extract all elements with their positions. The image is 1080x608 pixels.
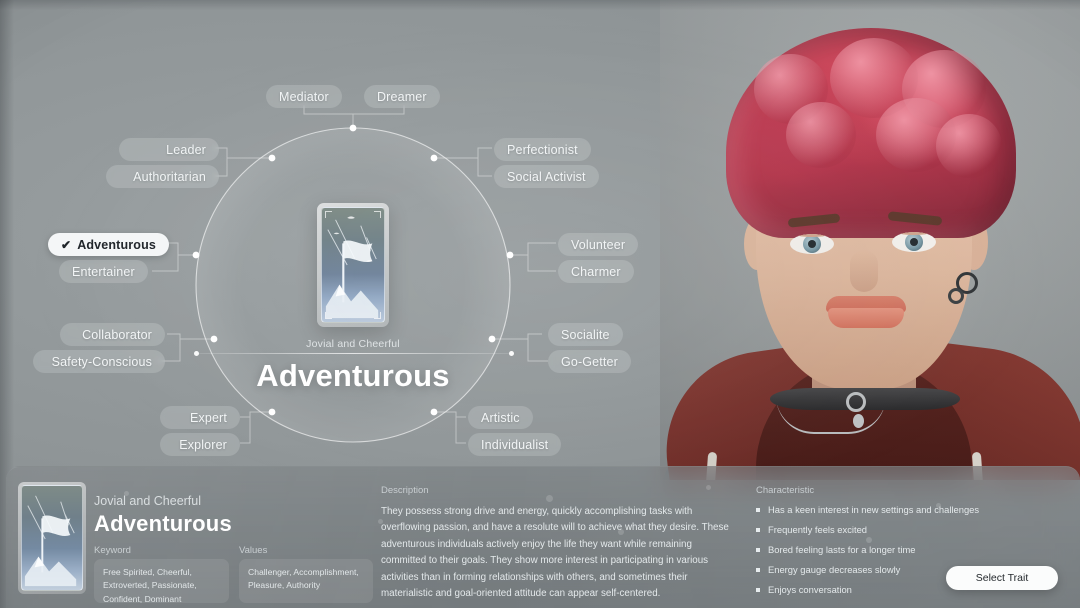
list-item: Frequently feels excited xyxy=(756,524,996,535)
trait-pill-volunteer[interactable]: Volunteer xyxy=(558,233,639,256)
trait-pill-mediator[interactable]: Mediator xyxy=(266,85,342,108)
trait-pill-dreamer[interactable]: Dreamer xyxy=(364,85,440,108)
trait-label: Adventurous xyxy=(77,237,156,252)
trait-pill-social-activist[interactable]: Social Activist xyxy=(494,165,599,188)
characteristic-column: Characteristic Has a keen interest in ne… xyxy=(756,485,996,604)
center-trait-card[interactable] xyxy=(317,203,389,327)
keyword-value: Free Spirited, Cheerful, Extroverted, Pa… xyxy=(94,559,229,604)
values-value: Challenger, Accomplishment, Pleasure, Au… xyxy=(239,559,373,603)
trait-pill-charmer[interactable]: Charmer xyxy=(558,260,634,283)
center-divider xyxy=(194,351,514,356)
list-item: Bored feeling lasts for a longer time xyxy=(756,544,996,555)
portrait-shading xyxy=(660,0,1080,480)
description-column: Description They possess strong drive an… xyxy=(381,485,733,603)
flag-on-mountain-card-icon xyxy=(21,485,83,591)
trait-label: Charmer xyxy=(571,264,621,279)
list-item: Energy gauge decreases slowly xyxy=(756,564,996,575)
keyword-label: Keyword xyxy=(94,545,131,556)
flag-on-mountain-card-icon xyxy=(321,207,385,323)
trait-pill-individualist[interactable]: Individualist xyxy=(468,433,562,456)
trait-label: Individualist xyxy=(481,437,549,452)
description-label: Description xyxy=(381,485,429,496)
trait-pill-entertainer[interactable]: Entertainer xyxy=(59,260,148,283)
center-title: Adventurous xyxy=(256,358,450,393)
trait-pill-artistic[interactable]: Artistic xyxy=(468,406,533,429)
trait-label: Artistic xyxy=(481,410,520,425)
detail-title: Adventurous xyxy=(94,511,232,536)
trait-pill-adventurous[interactable]: ✔ Adventurous xyxy=(48,233,169,256)
trait-mind-map: Mediator Dreamer Leader Authoritarian ✔ A… xyxy=(0,0,720,470)
trait-pill-authoritarian[interactable]: Authoritarian xyxy=(106,165,219,188)
trait-label: Expert xyxy=(189,410,227,425)
trait-pill-expert[interactable]: Expert xyxy=(160,406,240,429)
detail-subtitle: Jovial and Cheerful xyxy=(94,494,202,508)
characteristic-list: Has a keen interest in new settings and … xyxy=(756,504,996,595)
list-item: Has a keen interest in new settings and … xyxy=(756,504,996,515)
character-portrait xyxy=(660,0,1080,480)
trait-label: Mediator xyxy=(279,89,329,104)
trait-label: Dreamer xyxy=(377,89,427,104)
trait-label: Authoritarian xyxy=(133,169,206,184)
characteristic-label: Characteristic xyxy=(756,485,815,496)
trait-label: Social Activist xyxy=(507,169,586,184)
detail-trait-card xyxy=(18,482,86,594)
trait-pill-explorer[interactable]: Explorer xyxy=(160,433,240,456)
trait-pill-perfectionist[interactable]: Perfectionist xyxy=(494,138,591,161)
trait-label: Leader xyxy=(166,142,206,157)
list-item: Enjoys conversation xyxy=(756,584,996,595)
trait-pill-leader[interactable]: Leader xyxy=(119,138,219,161)
values-label: Values xyxy=(239,545,268,556)
trait-label: Volunteer xyxy=(571,237,626,252)
check-icon: ✔ xyxy=(61,237,72,252)
trait-label: Explorer xyxy=(179,437,227,452)
description-text: They possess strong drive and energy, qu… xyxy=(381,506,729,600)
trait-label: Entertainer xyxy=(72,264,135,279)
center-subtitle: Jovial and Cheerful xyxy=(306,338,400,350)
app-screen: Mediator Dreamer Leader Authoritarian ✔ A… xyxy=(0,0,1080,608)
trait-label: Perfectionist xyxy=(507,142,578,157)
